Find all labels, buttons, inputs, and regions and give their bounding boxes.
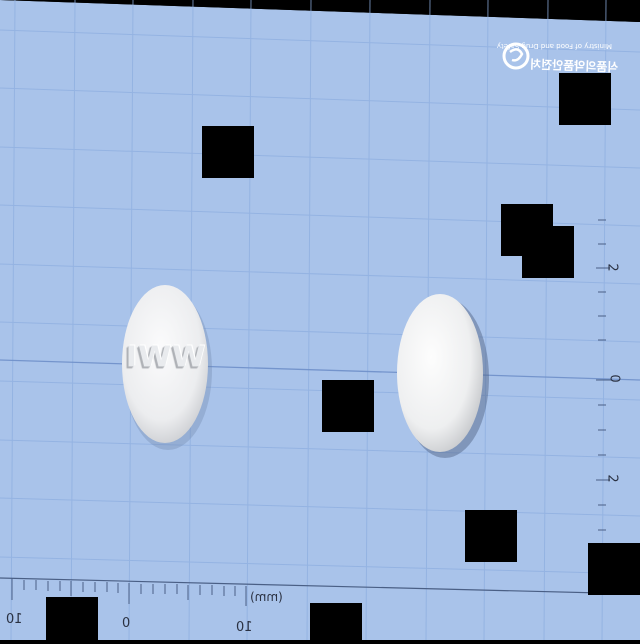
pill-left-imprint: WWI: [124, 340, 206, 375]
scale-bottom-label-left: 10: [6, 612, 23, 627]
photo-background: [0, 0, 640, 641]
occlusion-box: [522, 226, 574, 278]
scale-right-label-top: 2: [604, 263, 620, 272]
scale-right-label-bottom: 2: [604, 474, 620, 483]
occlusion-box: [46, 597, 98, 640]
scale-unit: (mm): [250, 590, 283, 604]
occlusion-box: [322, 380, 374, 432]
pill-photo: WWI 식품의약품안전처 Ministry of Food and Drug S…: [0, 0, 640, 641]
scale-right-label-center: 0: [606, 374, 622, 383]
occlusion-box: [465, 510, 517, 562]
scale-bottom-label-right: 10: [236, 620, 253, 635]
scale-bottom-label-center: 0: [122, 616, 131, 631]
pill-right: [397, 294, 483, 452]
occlusion-box: [559, 73, 611, 125]
occlusion-box: [202, 126, 254, 178]
occlusion-box: [588, 543, 640, 595]
occlusion-box: [310, 603, 362, 640]
blue-backdrop: [0, 0, 640, 640]
watermark-subtitle: Ministry of Food and Drug Safety: [496, 42, 612, 50]
